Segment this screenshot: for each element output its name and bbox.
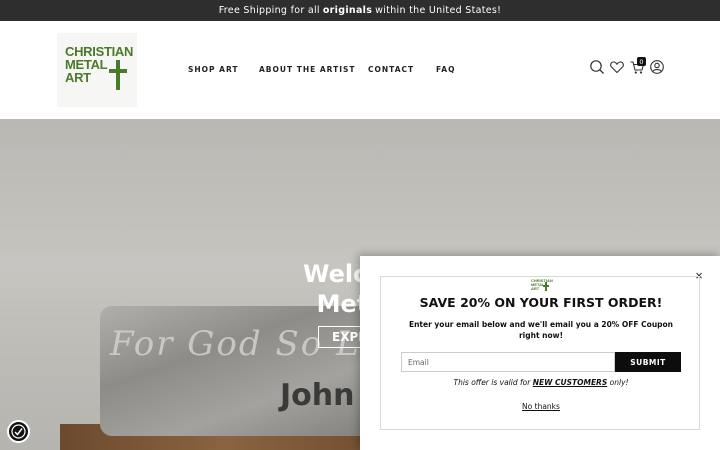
popup-content: CHRISTIAN METAL ART SAVE 20% ON YOUR FIR… (380, 276, 700, 430)
search-icon[interactable] (589, 59, 605, 75)
email-input[interactable] (401, 352, 615, 372)
announcement-prefix: Free Shipping for all (218, 5, 320, 16)
discount-popup: × CHRISTIAN METAL ART SAVE 20% ON YOUR F… (360, 256, 720, 450)
accessibility-button[interactable] (7, 420, 30, 443)
no-thanks-link[interactable]: No thanks (381, 402, 701, 411)
offer-note-prefix: This offer is valid for (453, 378, 531, 387)
heart-icon[interactable] (609, 59, 625, 75)
offer-note-suffix: only! (609, 378, 629, 387)
popup-description: Enter your email below and we'll email y… (408, 320, 674, 340)
offer-note: This offer is valid for NEW CUSTOMERS on… (381, 378, 701, 387)
offer-note-emphasis: NEW CUSTOMERS (532, 378, 608, 387)
announcement-suffix: within the United States! (375, 5, 502, 16)
announcement-bar: Free Shipping for all originals within t… (0, 0, 720, 21)
popup-logo-line-3: ART (531, 286, 540, 291)
site-logo[interactable]: CHRISTIAN METAL ART (57, 33, 137, 107)
nav-about-the-artist[interactable]: ABOUT THE ARTIST (259, 65, 356, 74)
cross-icon (109, 60, 127, 90)
user-icon[interactable] (649, 59, 665, 75)
nav-shop-art[interactable]: SHOP ART (188, 65, 239, 74)
sign-name-text: John (280, 378, 355, 413)
accessibility-icon (11, 424, 26, 439)
nav-faq[interactable]: FAQ (436, 65, 455, 74)
cart-count-badge: 0 (637, 57, 646, 66)
submit-button[interactable]: SUBMIT (615, 352, 681, 372)
site-header: CHRISTIAN METAL ART SHOP ART ABOUT THE A… (0, 21, 720, 119)
popup-title: SAVE 20% ON YOUR FIRST ORDER! (419, 295, 663, 310)
nav-contact[interactable]: CONTACT (368, 65, 414, 74)
popup-logo: CHRISTIAN METAL ART (531, 279, 553, 293)
announcement-bold: originals (322, 5, 373, 16)
